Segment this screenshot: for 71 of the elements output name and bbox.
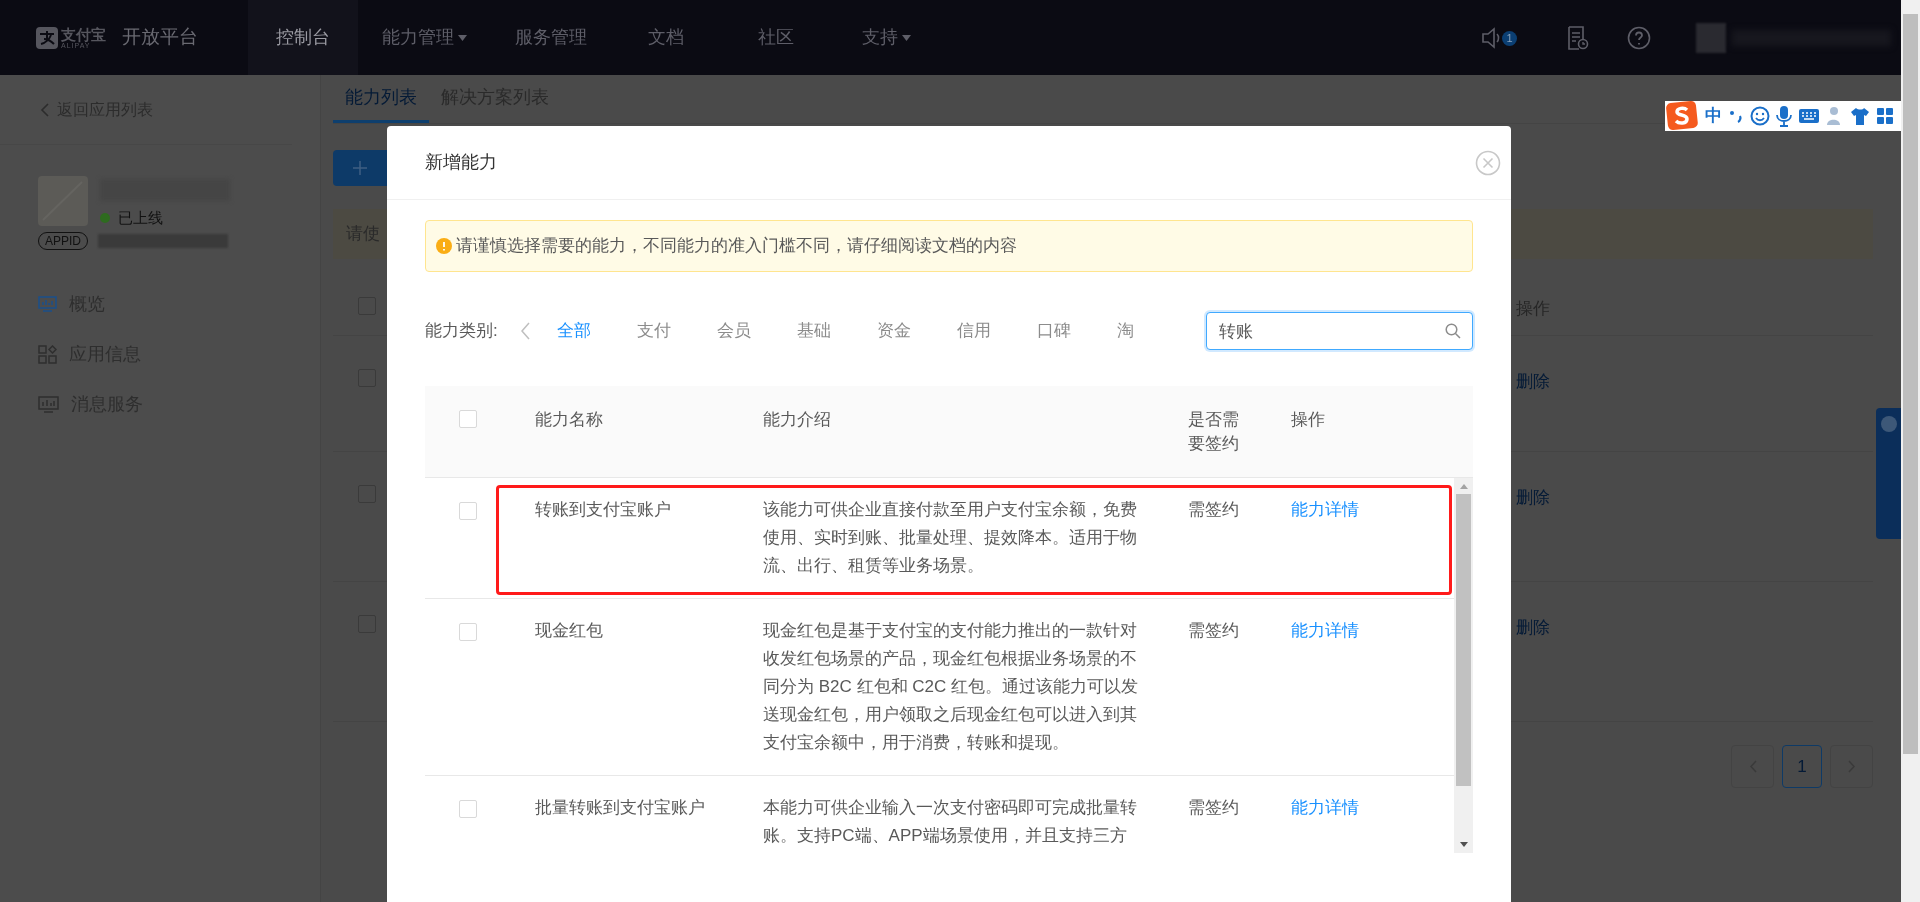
alert-text: 请谨慎选择需要的能力，不同能力的准入门槛不同，请仔细阅读文档的内容	[456, 235, 1017, 258]
app-status: 已上线	[118, 208, 163, 228]
logo-text: 支付宝	[61, 26, 106, 42]
ability-name: 现金红包	[535, 620, 604, 642]
column-header: 操作	[1291, 409, 1325, 431]
chevron-left-icon	[40, 102, 49, 117]
input-mode[interactable]: 中	[1705, 103, 1722, 129]
caret-icon	[458, 34, 467, 41]
monitor-icon	[38, 296, 57, 313]
ability-description: 本能力可供企业输入一次支付密码即可完成批量转账。支持PC端、APP端场景使用，并且支持三方	[763, 797, 1138, 847]
category-tab[interactable]: 全部	[552, 318, 632, 344]
category-tab[interactable]: 信用	[952, 318, 1032, 344]
column-header: 是否需要签约	[1188, 409, 1240, 455]
dialog-title: 新增能力	[425, 151, 497, 174]
help-tab[interactable]	[1876, 408, 1901, 539]
grid-icon[interactable]	[1876, 107, 1894, 125]
delete-link[interactable]: 删除	[1516, 615, 1873, 641]
microphone-icon[interactable]	[1776, 105, 1792, 127]
category-tab[interactable]: 会员	[712, 318, 792, 344]
ability-description: 该能力可供企业直接付款至用户支付宝余额，免费使用、实时到账、批量处理、提效降本。适用于物流、出行、租赁等业务场景。	[763, 499, 1138, 577]
ability-name: 转账到支付宝账户	[535, 499, 672, 521]
category-tab[interactable]: 支付	[632, 318, 712, 344]
signing-status: 需签约	[1188, 499, 1240, 521]
nav-item[interactable]: 支持	[831, 0, 941, 75]
column-header: 能力名称	[535, 409, 604, 431]
signing-status: 需签约	[1188, 797, 1240, 819]
table-scrollbar[interactable]	[1454, 478, 1473, 853]
grid-icon	[38, 345, 57, 364]
nav-item[interactable]: 社区	[721, 0, 831, 75]
close-icon	[1475, 149, 1501, 176]
warning-icon	[436, 238, 452, 254]
notification-badge: 1	[1502, 31, 1517, 46]
search-field[interactable]: 转账	[1206, 312, 1473, 350]
platform-title: 开放平台	[122, 25, 198, 50]
details-link[interactable]: 能力详情	[1291, 496, 1359, 524]
nav-item[interactable]: 服务管理	[491, 0, 611, 75]
details-link[interactable]: 能力详情	[1291, 617, 1359, 645]
keyboard-icon[interactable]	[1798, 108, 1820, 124]
ability-name: 批量转账到支付宝账户	[535, 797, 706, 819]
category-tab[interactable]: 资金	[872, 318, 952, 344]
column-header: 能力介绍	[763, 409, 832, 431]
category-tab[interactable]: 基础	[792, 318, 872, 344]
page-tab[interactable]: 能力列表	[333, 75, 429, 123]
shirt-icon[interactable]	[1850, 107, 1870, 125]
document-icon[interactable]	[1567, 25, 1589, 50]
chart-monitor-icon	[38, 395, 59, 414]
ability-description: 现金红包是基于支付宝的支付能力推出的一款针对收发红包场景的产品，现金红包根据业务场景的不同分为 B2C 红包和 C2C 红包。通过该能力可以发送现金红包，用户领取之后现金红包可以进入到其支付宝余额中，用于消费，转账和提现。	[763, 620, 1139, 754]
app-avatar	[38, 176, 88, 226]
plus-icon	[353, 161, 367, 175]
nav-item[interactable]: 文档	[611, 0, 721, 75]
category-tab[interactable]: 淘	[1112, 318, 1192, 344]
signing-status: 需签约	[1188, 620, 1240, 642]
notification-button[interactable]: 1	[1481, 26, 1517, 49]
category-tab[interactable]: 口碑	[1032, 318, 1112, 344]
delete-link[interactable]: 删除	[1516, 485, 1873, 511]
browser-scrollbar[interactable]	[1901, 0, 1920, 902]
page-button[interactable]: 1	[1782, 745, 1822, 788]
smiley-icon[interactable]	[1750, 106, 1770, 126]
chevron-left-icon[interactable]	[520, 322, 530, 340]
redacted-account[interactable]	[1696, 22, 1891, 53]
filter-label: 能力类别:	[425, 320, 499, 343]
details-link[interactable]: 能力详情	[1291, 794, 1359, 822]
nav-item[interactable]: 能力管理	[358, 0, 491, 75]
caret-icon	[901, 34, 911, 41]
nav-item[interactable]: 控制台	[248, 0, 358, 75]
help-icon[interactable]	[1627, 25, 1651, 50]
search-icon	[1445, 323, 1461, 339]
delete-link[interactable]: 删除	[1516, 369, 1873, 395]
question-icon	[1880, 416, 1897, 432]
close-button[interactable]	[1475, 149, 1501, 176]
logo-icon	[36, 26, 58, 49]
